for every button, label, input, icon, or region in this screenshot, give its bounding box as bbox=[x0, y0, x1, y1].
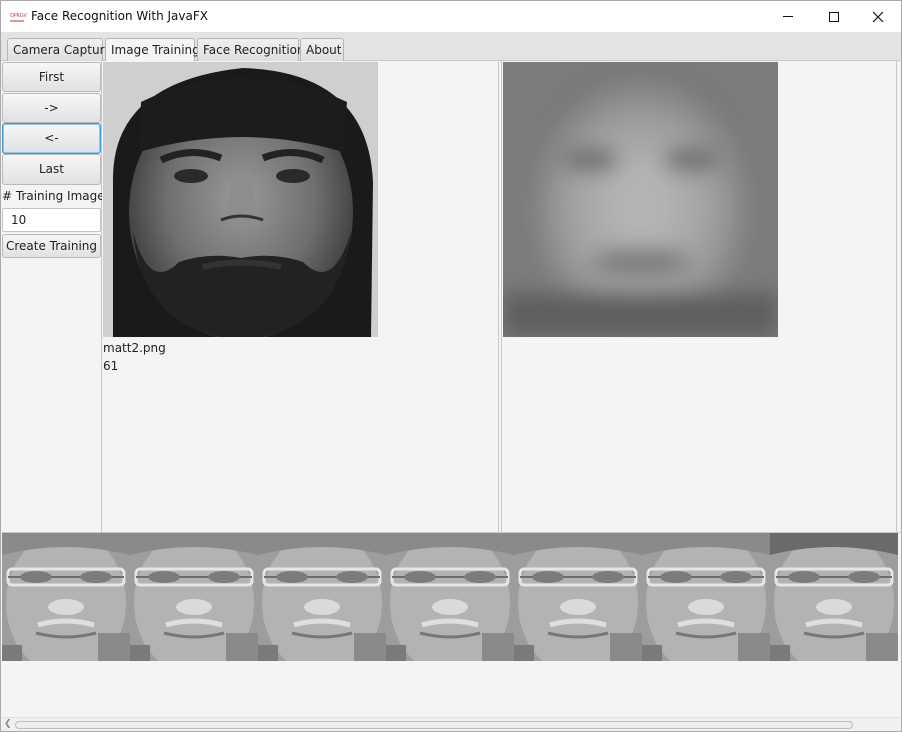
close-icon bbox=[872, 11, 884, 22]
scroll-left-icon[interactable]: ❮ bbox=[4, 719, 12, 729]
training-count-input[interactable]: 10 bbox=[2, 208, 101, 232]
eigenface-image bbox=[130, 533, 258, 661]
eigenface-image bbox=[642, 533, 770, 661]
next-button[interactable]: -> bbox=[2, 93, 101, 123]
app-icon-text: OPRGV bbox=[10, 13, 27, 19]
image-filename: matt2.png bbox=[103, 341, 166, 355]
first-button[interactable]: First bbox=[2, 62, 101, 92]
eigenface-image bbox=[2, 533, 130, 661]
eigenfaces-strip bbox=[2, 532, 900, 661]
eigenface-image bbox=[258, 533, 386, 661]
app-icon: OPRGV bbox=[10, 13, 27, 22]
minimize-icon bbox=[783, 16, 793, 17]
window-title: Face Recognition With JavaFX bbox=[31, 9, 208, 23]
minimize-button[interactable] bbox=[765, 1, 811, 32]
strip-empty-area bbox=[2, 661, 900, 717]
eigenface-image bbox=[770, 533, 898, 661]
create-training-button[interactable]: Create Training bbox=[2, 234, 101, 258]
last-button[interactable]: Last bbox=[2, 154, 101, 185]
tab-camera-capture[interactable]: Camera Capture bbox=[7, 38, 112, 61]
current-image-panel: matt2.png 61 bbox=[102, 61, 499, 532]
training-face-image bbox=[103, 62, 378, 337]
mean-face-panel bbox=[501, 61, 897, 532]
horizontal-scrollbar[interactable]: ❮ bbox=[2, 717, 900, 731]
mean-face-image bbox=[503, 62, 778, 337]
tab-face-recognition[interactable]: Face Recognition bbox=[197, 38, 305, 61]
app-window: OPRGV Face Recognition With JavaFX Camer… bbox=[0, 0, 902, 732]
eigenface-image bbox=[514, 533, 642, 661]
training-count-label: # Training Images bbox=[2, 189, 111, 203]
tab-bar: Camera Capture Image Training Face Recog… bbox=[1, 32, 901, 62]
tab-image-training[interactable]: Image Training bbox=[105, 38, 200, 62]
scrollbar-thumb[interactable] bbox=[15, 721, 853, 729]
previous-button[interactable]: <- bbox=[2, 123, 101, 154]
tab-about[interactable]: About bbox=[300, 38, 344, 61]
maximize-icon bbox=[829, 11, 839, 22]
control-panel: First -> <- Last # Training Images 10 Cr… bbox=[1, 61, 111, 532]
close-button[interactable] bbox=[855, 1, 901, 32]
image-value: 61 bbox=[103, 359, 119, 373]
eigenface-image bbox=[386, 533, 514, 661]
maximize-button[interactable] bbox=[811, 1, 857, 32]
title-bar[interactable]: OPRGV Face Recognition With JavaFX bbox=[1, 1, 901, 32]
